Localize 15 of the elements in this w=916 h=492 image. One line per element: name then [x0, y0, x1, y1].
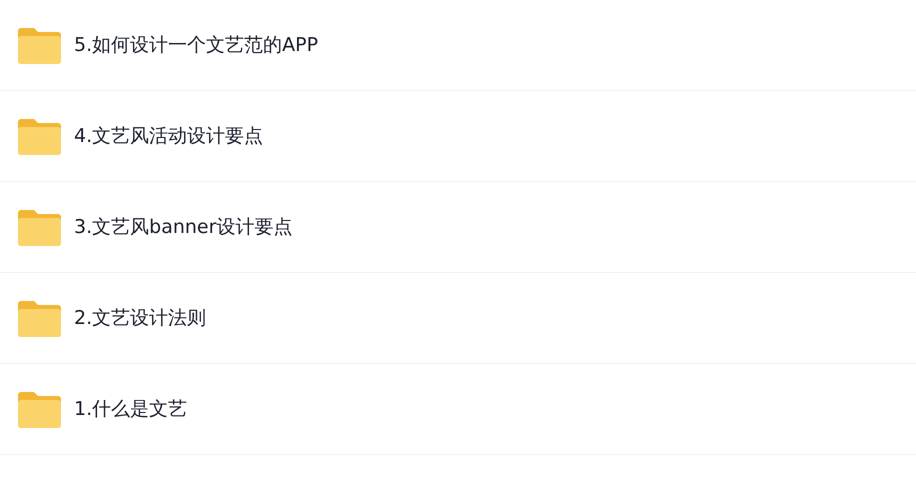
folder-name: 3.文艺风banner设计要点 — [74, 214, 292, 240]
folder-row[interactable]: 5.如何设计一个文艺范的APP — [0, 0, 916, 91]
folder-icon — [18, 117, 61, 155]
folder-icon — [18, 208, 61, 246]
folder-icon — [18, 299, 61, 337]
folder-row[interactable]: 2.文艺设计法则 — [0, 273, 916, 364]
folder-name: 4.文艺风活动设计要点 — [74, 124, 264, 149]
folder-name: 2.文艺设计法则 — [74, 306, 206, 331]
folder-row[interactable]: 3.文艺风banner设计要点 — [0, 182, 916, 273]
folder-row[interactable]: 1.什么是文艺 — [0, 364, 916, 455]
folder-row[interactable]: 4.文艺风活动设计要点 — [0, 91, 916, 182]
folder-name: 5.如何设计一个文艺范的APP — [74, 32, 318, 58]
folder-icon — [18, 26, 61, 64]
folder-name: 1.什么是文艺 — [74, 396, 188, 422]
folder-icon — [18, 390, 61, 428]
